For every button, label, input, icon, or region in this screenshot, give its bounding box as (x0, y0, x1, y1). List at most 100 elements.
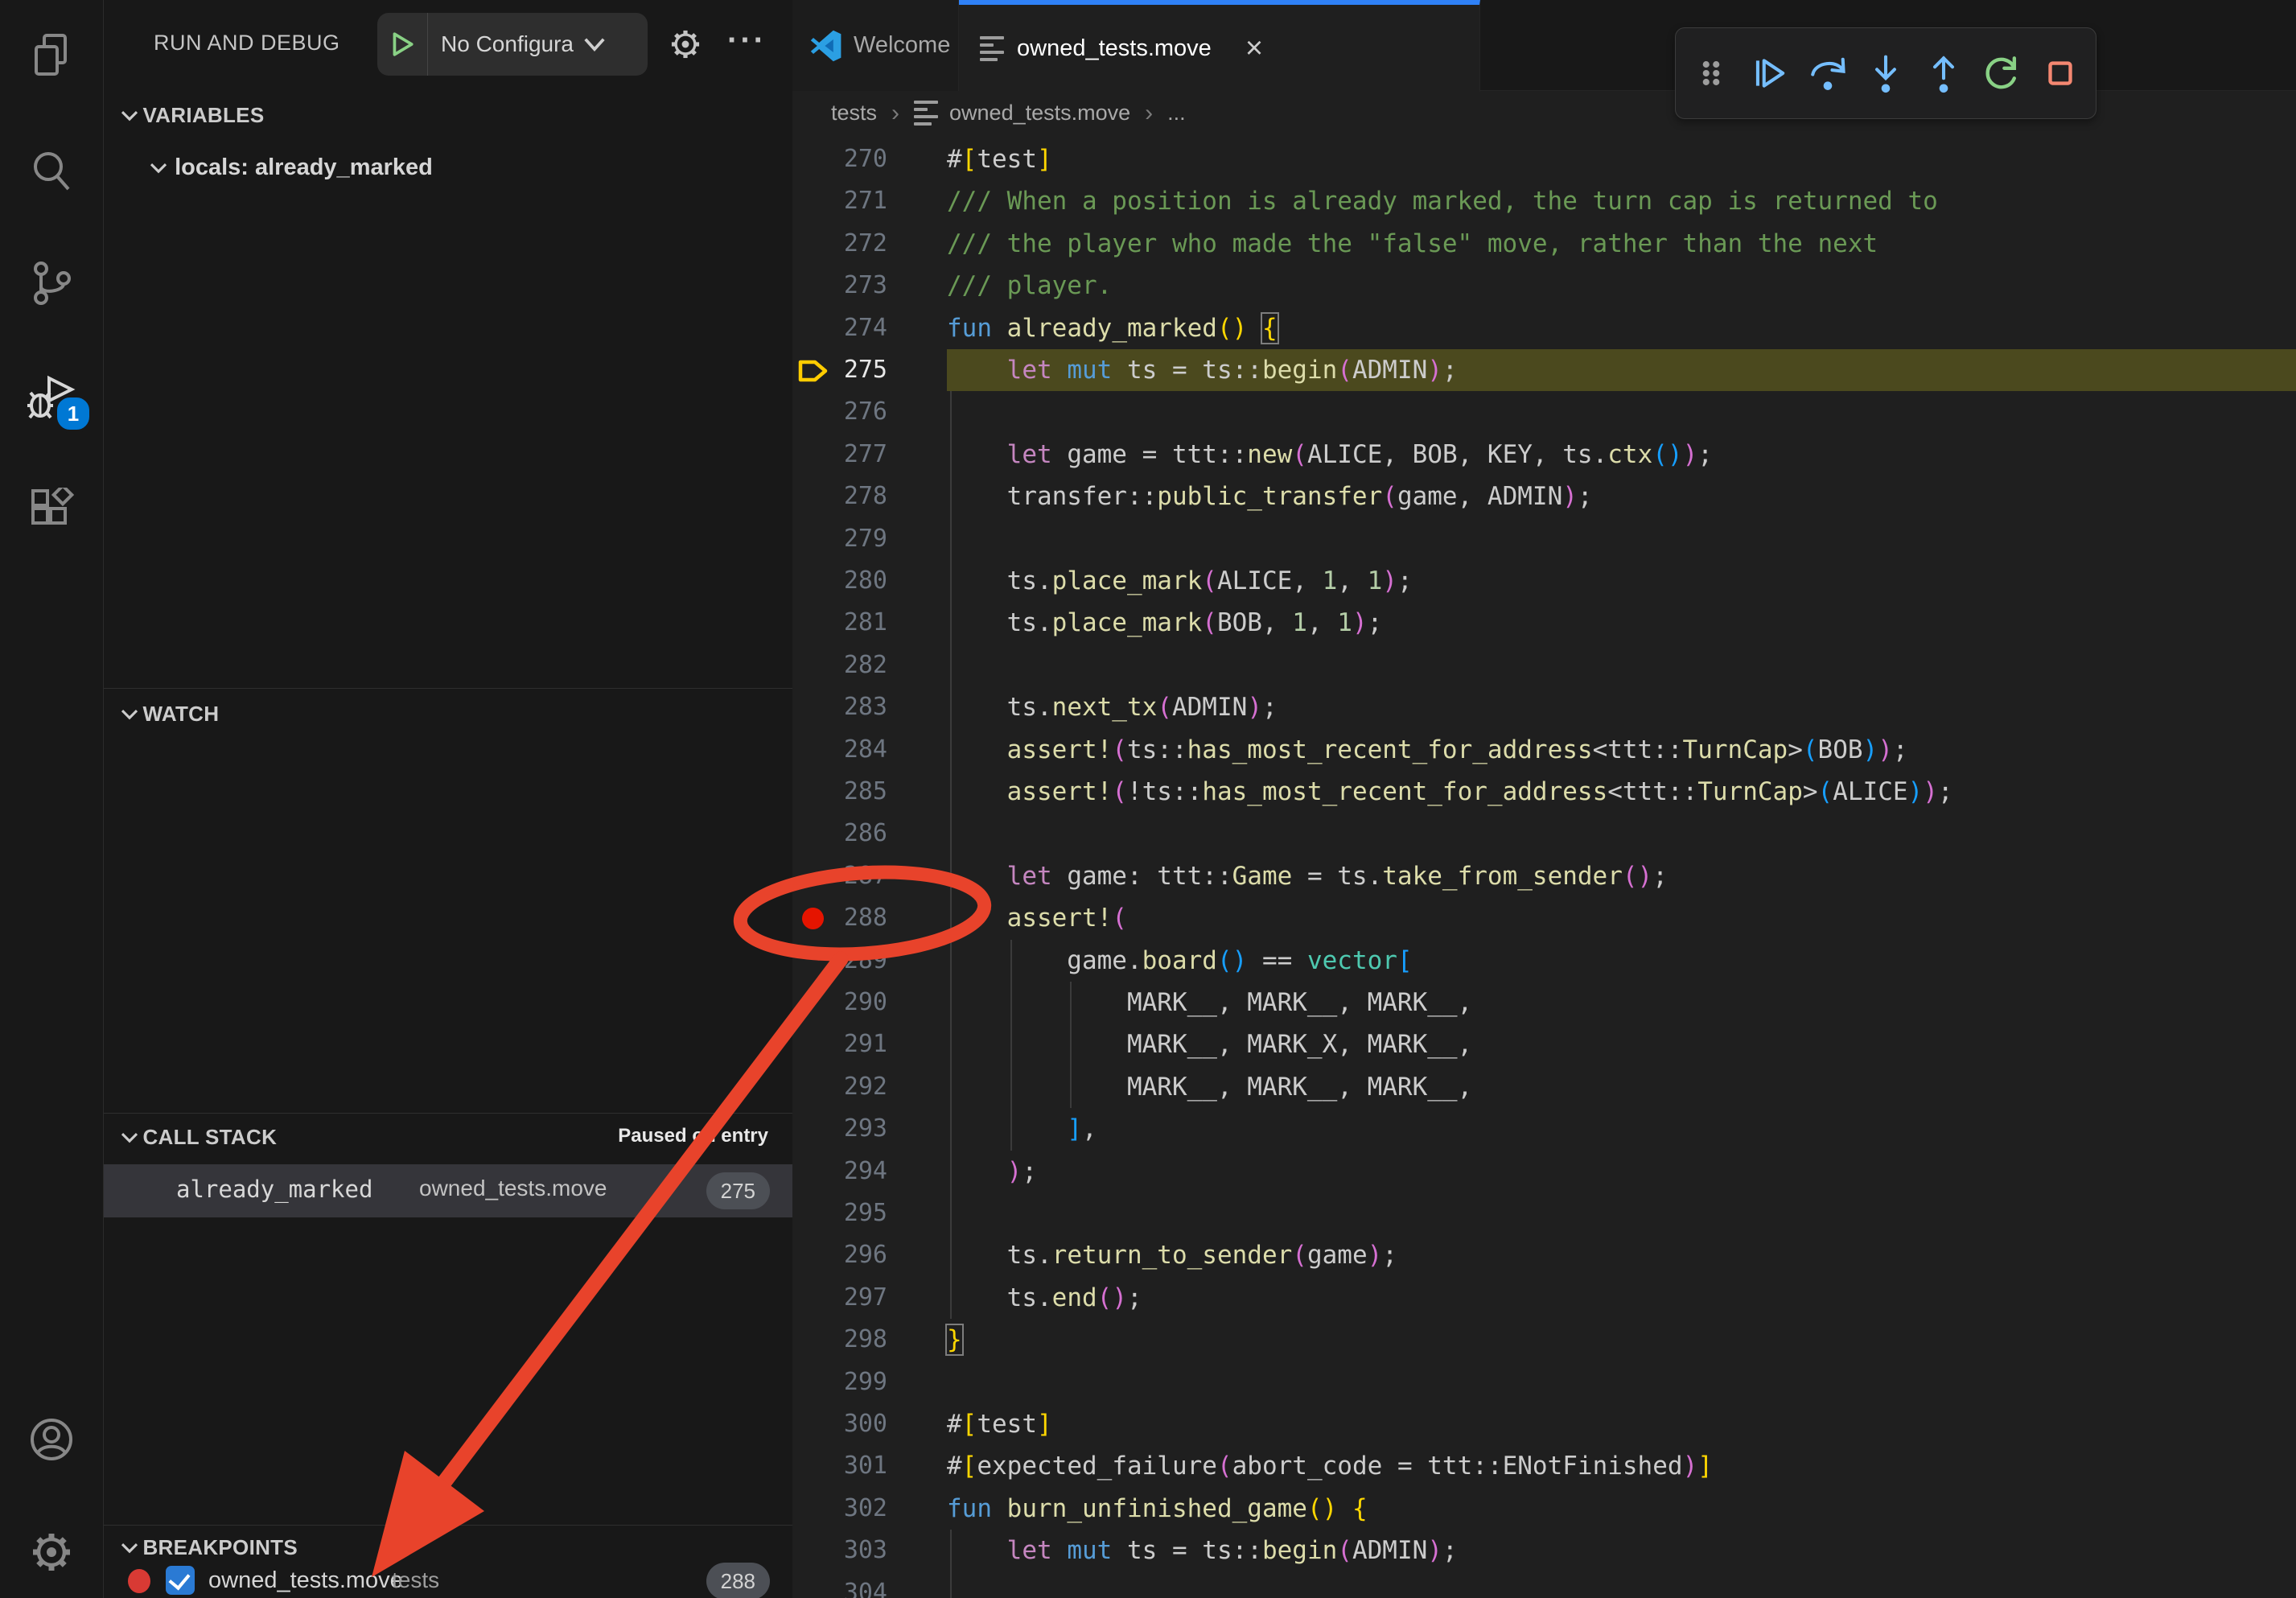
code-line-273[interactable]: 273/// player. (792, 265, 2296, 307)
breakpoints-section-header[interactable]: BREAKPOINTS (120, 1535, 298, 1560)
code-line-270[interactable]: 270#[test] (792, 138, 2296, 180)
search-icon[interactable] (27, 146, 76, 196)
code-text: fun burn_unfinished_game() { (947, 1488, 1368, 1530)
watch-section-header[interactable]: WATCH (120, 702, 219, 727)
code-line-293[interactable]: 293 ], (792, 1108, 2296, 1150)
code-line-278[interactable]: 278 transfer::public_transfer(game, ADMI… (792, 476, 2296, 517)
panel-title: RUN AND DEBUG (154, 31, 340, 56)
line-number: 304 (817, 1572, 887, 1598)
tab-owned-tests-move[interactable]: owned_tests.move × (959, 0, 1480, 92)
tab-welcome[interactable]: Welcome (792, 0, 959, 91)
code-line-275[interactable]: 275 let mut ts = ts::begin(ADMIN); (792, 349, 2296, 391)
code-text: let game: ttt::Game = ts.take_from_sende… (947, 855, 1668, 897)
code-line-281[interactable]: 281 ts.place_mark(BOB, 1, 1); (792, 602, 2296, 644)
chevron-down-icon (120, 706, 139, 721)
line-number: 287 (817, 855, 887, 897)
step-out-button[interactable] (1920, 50, 1967, 97)
code-line-280[interactable]: 280 ts.place_mark(ALICE, 1, 1); (792, 560, 2296, 602)
frame-file: owned_tests.move (419, 1176, 607, 1201)
launch-config-dropdown[interactable]: No Configura (377, 13, 648, 76)
breakpoint-checkbox[interactable] (166, 1566, 195, 1595)
call-stack-frame-row[interactable]: already_marked owned_tests.move 275 (104, 1164, 792, 1217)
breakpoint-row[interactable]: owned_tests.move tests 288 (104, 1567, 792, 1598)
code-text: let mut ts = ts::begin(ADMIN); (947, 349, 1458, 391)
code-line-300[interactable]: 300#[test] (792, 1403, 2296, 1445)
line-number: 285 (817, 771, 887, 813)
code-line-296[interactable]: 296 ts.return_to_sender(game); (792, 1234, 2296, 1276)
code-line-279[interactable]: 279 (792, 518, 2296, 560)
code-line-288[interactable]: 288 assert!( (792, 897, 2296, 939)
code-line-276[interactable]: 276 (792, 391, 2296, 433)
code-line-303[interactable]: 303 let mut ts = ts::begin(ADMIN); (792, 1530, 2296, 1571)
code-line-287[interactable]: 287 let game: ttt::Game = ts.take_from_s… (792, 855, 2296, 897)
vscode-window: 1 RUN (0, 0, 2296, 1598)
line-number: 281 (817, 602, 887, 644)
start-debug-button[interactable] (377, 13, 428, 76)
step-into-button[interactable] (1862, 50, 1909, 97)
code-editor[interactable]: 270#[test]271/// When a position is alre… (792, 138, 2296, 1598)
breadcrumb-separator: › (891, 100, 899, 127)
breadcrumb-item-tests[interactable]: tests (831, 101, 877, 126)
code-text: } (947, 1319, 962, 1361)
config-name-label: No Configura (441, 31, 582, 57)
line-number: 296 (817, 1234, 887, 1276)
pause-reason-label: Paused on entry (618, 1125, 768, 1147)
line-number: 273 (817, 265, 887, 307)
line-number: 303 (817, 1530, 887, 1571)
restart-button[interactable] (1979, 50, 2026, 97)
code-text: assert!(!ts::has_most_recent_for_address… (947, 771, 1953, 813)
line-number: 284 (817, 729, 887, 771)
variables-scope-row[interactable]: locals: already_marked (149, 154, 433, 181)
code-line-302[interactable]: 302fun burn_unfinished_game() { (792, 1488, 2296, 1530)
line-number: 295 (817, 1192, 887, 1234)
code-line-297[interactable]: 297 ts.end(); (792, 1277, 2296, 1319)
code-line-292[interactable]: 292 MARK__, MARK__, MARK__, (792, 1066, 2296, 1108)
extensions-icon[interactable] (27, 488, 76, 537)
frame-name: already_marked (176, 1176, 372, 1203)
code-line-286[interactable]: 286 (792, 813, 2296, 855)
code-line-283[interactable]: 283 ts.next_tx(ADMIN); (792, 686, 2296, 728)
line-number: 293 (817, 1108, 887, 1150)
code-line-301[interactable]: 301#[expected_failure(abort_code = ttt::… (792, 1445, 2296, 1487)
run-and-debug-icon[interactable]: 1 (27, 373, 76, 423)
code-text: let game = ttt::new(ALICE, BOB, KEY, ts.… (947, 434, 1713, 476)
close-icon[interactable]: × (1245, 31, 1263, 66)
code-text: /// When a position is already marked, t… (947, 180, 1938, 222)
code-line-274[interactable]: 274fun already_marked() { (792, 307, 2296, 349)
code-line-290[interactable]: 290 MARK__, MARK__, MARK__, (792, 982, 2296, 1023)
explorer-icon[interactable] (27, 31, 76, 80)
variables-section-header[interactable]: VARIABLES (120, 103, 264, 128)
section-divider (104, 688, 792, 689)
more-actions-button[interactable]: ··· (727, 23, 767, 59)
settings-gear-icon[interactable] (27, 1527, 76, 1577)
code-line-282[interactable]: 282 (792, 645, 2296, 686)
call-stack-section-header[interactable]: CALL STACK Paused on entry (120, 1125, 792, 1150)
code-line-295[interactable]: 295 (792, 1192, 2296, 1234)
code-line-299[interactable]: 299 (792, 1361, 2296, 1403)
toolbar-drag-grip[interactable] (1688, 50, 1734, 97)
continue-button[interactable] (1746, 50, 1792, 97)
code-line-291[interactable]: 291 MARK__, MARK_X, MARK__, (792, 1023, 2296, 1065)
code-line-271[interactable]: 271/// When a position is already marked… (792, 180, 2296, 222)
code-line-294[interactable]: 294 ); (792, 1151, 2296, 1192)
breadcrumb-item-symbol[interactable]: ... (1167, 101, 1186, 126)
line-number: 276 (817, 391, 887, 433)
code-line-304[interactable]: 304 (792, 1572, 2296, 1598)
stop-button[interactable] (2037, 50, 2084, 97)
code-line-277[interactable]: 277 let game = ttt::new(ALICE, BOB, KEY,… (792, 434, 2296, 476)
source-control-icon[interactable] (27, 259, 76, 309)
breadcrumb-item-file[interactable]: owned_tests.move (949, 101, 1130, 126)
line-number: 279 (817, 518, 887, 560)
code-line-285[interactable]: 285 assert!(!ts::has_most_recent_for_add… (792, 771, 2296, 813)
section-divider (104, 1525, 792, 1526)
code-line-298[interactable]: 298} (792, 1319, 2296, 1361)
line-number: 274 (817, 307, 887, 349)
step-over-button[interactable] (1804, 50, 1851, 97)
debug-gear-icon[interactable] (667, 26, 704, 67)
code-line-289[interactable]: 289 game.board() == vector[ (792, 940, 2296, 982)
debug-toolbar (1675, 27, 2096, 119)
account-icon[interactable] (27, 1415, 76, 1464)
code-line-272[interactable]: 272/// the player who made the "false" m… (792, 223, 2296, 265)
code-text: let mut ts = ts::begin(ADMIN); (947, 1530, 1458, 1571)
code-line-284[interactable]: 284 assert!(ts::has_most_recent_for_addr… (792, 729, 2296, 771)
